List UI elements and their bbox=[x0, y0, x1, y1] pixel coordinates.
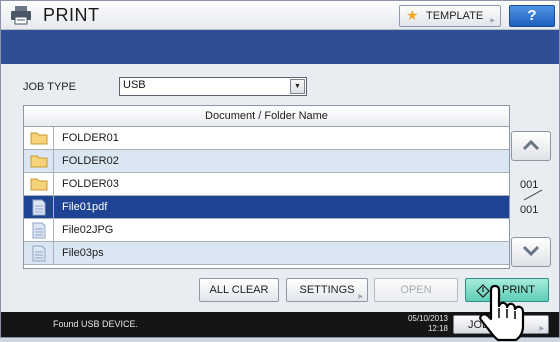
job-type-label: JOB TYPE bbox=[23, 81, 76, 93]
settings-button-label: SETTINGS bbox=[299, 284, 355, 296]
open-button[interactable]: OPEN bbox=[374, 278, 458, 302]
list-item-file01pdf[interactable]: File01pdf bbox=[24, 196, 509, 219]
job-type-value: USB bbox=[123, 79, 146, 91]
corner-arrow-icon: ▶ bbox=[490, 18, 495, 24]
folder-icon bbox=[30, 178, 48, 191]
template-button-label: TEMPLATE bbox=[426, 10, 484, 22]
list-item-icon-cell bbox=[24, 242, 54, 264]
page-title: PRINT bbox=[43, 5, 100, 25]
scroll-up-button[interactable] bbox=[511, 131, 551, 161]
job-type-select[interactable]: USB ▼ bbox=[119, 77, 307, 96]
hand-pointer-icon bbox=[479, 284, 525, 342]
printer-icon bbox=[11, 6, 31, 25]
list-item-icon-cell bbox=[24, 173, 54, 195]
status-time: 12:18 bbox=[427, 324, 448, 333]
list-item-label: FOLDER01 bbox=[62, 132, 119, 144]
list-item-label: FOLDER02 bbox=[62, 155, 119, 167]
help-button[interactable]: ? bbox=[509, 5, 555, 27]
all-clear-button[interactable]: ALL CLEAR bbox=[199, 278, 279, 302]
list-item-icon-cell bbox=[24, 127, 54, 149]
dropdown-arrow-icon[interactable]: ▼ bbox=[290, 79, 305, 94]
chevron-down-icon bbox=[522, 245, 540, 257]
list-item-label: FOLDER03 bbox=[62, 178, 119, 190]
list-item-icon-cell bbox=[24, 196, 54, 218]
list-item-icon-cell bbox=[24, 150, 54, 172]
list-item-folder01[interactable]: FOLDER01 bbox=[24, 127, 509, 150]
file-list: Document / Folder Name FOLDER01 FOLDER02 bbox=[23, 105, 510, 269]
folder-icon bbox=[30, 155, 48, 168]
template-button[interactable]: ★ TEMPLATE ▶ bbox=[399, 5, 501, 27]
title-bar: PRINT ★ TEMPLATE ▶ ? bbox=[1, 1, 559, 30]
status-date: 05/10/2013 bbox=[407, 314, 448, 323]
file-list-header: Document / Folder Name bbox=[24, 106, 509, 127]
corner-arrow-icon: ▶ bbox=[358, 294, 363, 300]
list-item-label: File01pdf bbox=[62, 201, 108, 213]
print-screen: PRINT ★ TEMPLATE ▶ ? JOB TYPE USB ▼ Docu… bbox=[0, 0, 560, 342]
list-item-file02jpg[interactable]: File02JPG bbox=[24, 219, 509, 242]
list-item-file03ps[interactable]: File03ps bbox=[24, 242, 509, 265]
corner-arrow-icon: ▶ bbox=[539, 326, 544, 332]
chevron-up-icon bbox=[522, 139, 540, 151]
status-message: Found USB DEVICE. bbox=[53, 319, 139, 329]
document-icon bbox=[32, 245, 46, 262]
status-datetime: 05/10/2013 12:18 bbox=[402, 314, 448, 334]
star-icon: ★ bbox=[406, 7, 419, 23]
document-icon bbox=[32, 222, 46, 239]
folder-icon bbox=[30, 132, 48, 145]
page-total: 001 bbox=[520, 204, 539, 216]
settings-button[interactable]: SETTINGS ▶ bbox=[286, 278, 368, 302]
list-item-label: File02JPG bbox=[62, 224, 114, 236]
header-band bbox=[1, 30, 559, 64]
scroll-down-button[interactable] bbox=[511, 237, 551, 267]
document-icon bbox=[32, 199, 46, 216]
list-item-label: File03ps bbox=[62, 247, 104, 259]
page-separator bbox=[523, 189, 543, 201]
list-item-icon-cell bbox=[24, 219, 54, 241]
list-item-folder03[interactable]: FOLDER03 bbox=[24, 173, 509, 196]
list-item-folder02[interactable]: FOLDER02 bbox=[24, 150, 509, 173]
